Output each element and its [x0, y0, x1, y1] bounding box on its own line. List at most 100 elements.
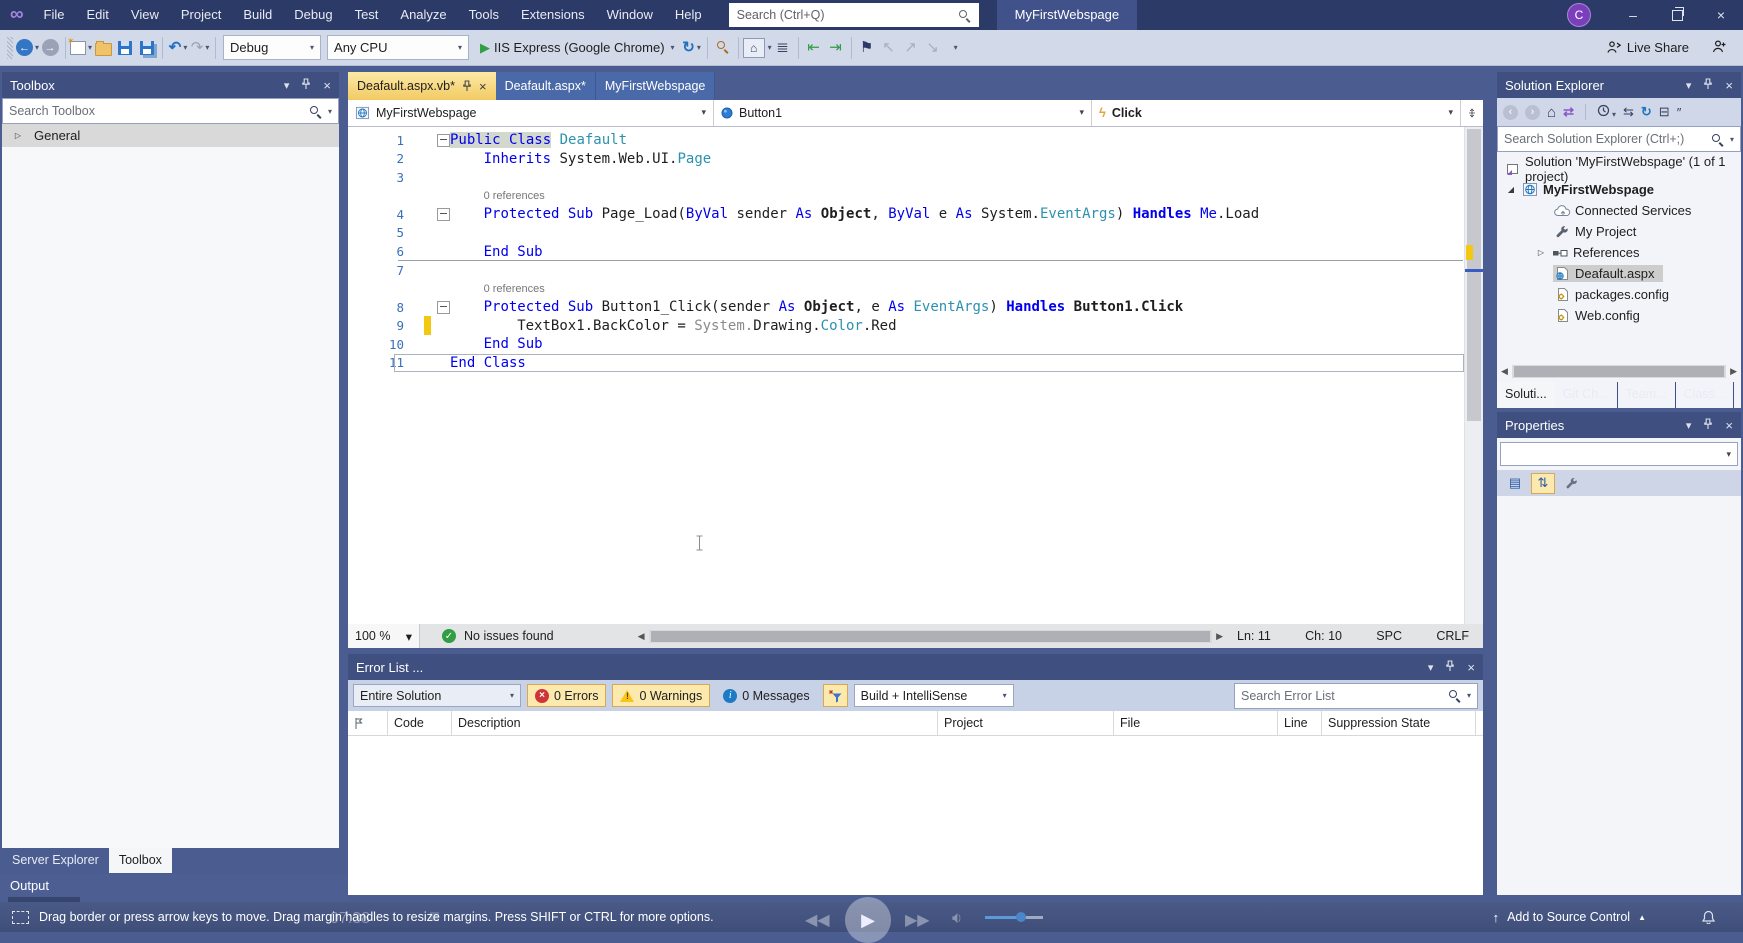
zoom-level-dropdown[interactable]: 100 %▾	[348, 624, 420, 648]
property-pages-wrench-icon[interactable]	[1559, 473, 1583, 494]
save-button[interactable]	[114, 36, 136, 60]
close-icon[interactable]: ×	[323, 78, 331, 93]
event-dropdown[interactable]: ϟ Click▾	[1092, 100, 1461, 126]
toolbox-search-input[interactable]: Search Toolbox ▾	[2, 98, 339, 124]
alphabetical-view-icon[interactable]: ⇅	[1531, 473, 1555, 494]
scrollbar-thumb[interactable]	[1467, 129, 1481, 421]
properties-body[interactable]	[1497, 496, 1741, 876]
column-header-file[interactable]: File	[1114, 711, 1278, 735]
close-icon[interactable]: ×	[1725, 418, 1733, 433]
code-line[interactable]: 4Protected Sub Page_Load(ByVal sender As…	[348, 205, 1483, 224]
pin-icon[interactable]	[462, 80, 472, 92]
object-selector-dropdown[interactable]: ▾	[1500, 442, 1738, 466]
back-icon[interactable]: ‹	[1503, 105, 1518, 120]
home-icon[interactable]: ⌂	[1547, 104, 1556, 121]
navigate-forward-button[interactable]: →	[39, 36, 61, 60]
collapse-region-icon[interactable]	[437, 301, 450, 314]
panel-tab-server-explorer[interactable]: Server Explorer	[2, 848, 109, 873]
member-dropdown[interactable]: Button1▾	[714, 100, 1092, 126]
panel-tab-team[interactable]: Team...	[1618, 382, 1676, 408]
scrollbar-thumb[interactable]	[651, 631, 1211, 642]
spaces-indicator[interactable]: SPC	[1376, 629, 1402, 643]
solution-platform-dropdown[interactable]: Any CPU▾	[327, 35, 469, 60]
pending-changes-filter-icon[interactable]: ▾	[1597, 104, 1616, 120]
error-source-dropdown[interactable]: Build + IntelliSense▾	[854, 684, 1014, 707]
close-icon[interactable]: ×	[1725, 78, 1733, 93]
code-line[interactable]: 10End Sub	[348, 335, 1483, 354]
window-position-icon[interactable]: ▾	[1686, 419, 1692, 432]
scroll-right-arrow[interactable]: ▶	[1212, 631, 1227, 642]
menu-project[interactable]: Project	[170, 0, 232, 30]
tree-item-connected-services[interactable]: Connected Services	[1497, 200, 1741, 221]
account-avatar[interactable]: C	[1567, 3, 1591, 27]
column-header-suppression-state[interactable]: Suppression State	[1322, 711, 1476, 735]
open-file-button[interactable]	[92, 36, 114, 60]
indent-decrease-button[interactable]: ⇤	[803, 36, 825, 60]
restore-button[interactable]	[1655, 0, 1699, 30]
code-area[interactable]: 1Public Class Deafault2Inherits System.W…	[348, 127, 1483, 624]
panel-tab-class[interactable]: Class...	[1676, 382, 1735, 408]
scroll-left-arrow[interactable]: ◀	[634, 631, 649, 642]
doc-tab-deafault-aspx-vb[interactable]: Deafault.aspx.vb*×	[348, 72, 496, 100]
pin-icon[interactable]	[1445, 660, 1455, 675]
severity-column-header[interactable]	[348, 711, 388, 735]
code-search-button[interactable]	[712, 36, 734, 60]
tree-item-deafault-aspx[interactable]: Deafault.aspx	[1497, 263, 1741, 284]
menu-extensions[interactable]: Extensions	[510, 0, 596, 30]
line-ending-indicator[interactable]: CRLF	[1436, 629, 1469, 643]
close-tab-icon[interactable]: ×	[479, 79, 487, 94]
tree-item-packages-config[interactable]: packages.config	[1497, 284, 1741, 305]
collapse-all-icon[interactable]: ⊟	[1659, 104, 1670, 120]
code-reference-count[interactable]: 0 references	[348, 279, 1483, 298]
menu-window[interactable]: Window	[596, 0, 664, 30]
scrollbar-thumb[interactable]	[1514, 366, 1724, 377]
quick-search-input[interactable]: Search (Ctrl+Q)	[729, 3, 979, 27]
collapse-region-icon[interactable]	[437, 208, 450, 221]
notifications-bell-icon[interactable]	[1702, 910, 1715, 924]
code-line[interactable]: 5	[348, 224, 1483, 243]
code-line[interactable]: 11End Class	[348, 354, 1483, 373]
close-button[interactable]: ×	[1699, 0, 1743, 30]
menu-view[interactable]: View	[120, 0, 170, 30]
next-bookmark-button[interactable]: ↗	[900, 36, 922, 60]
code-line[interactable]: 1Public Class Deafault	[348, 131, 1483, 150]
code-line[interactable]: 9TextBox1.BackColor = System.Drawing.Col…	[348, 316, 1483, 335]
refresh-button[interactable]: ↻▾	[681, 36, 703, 60]
code-line[interactable]: 6End Sub	[348, 242, 1483, 261]
navigate-home-button[interactable]: ⌂▾	[743, 36, 772, 60]
code-line[interactable]: 3	[348, 168, 1483, 187]
add-to-source-control-button[interactable]: Add to Source Control	[1507, 910, 1630, 924]
refresh-icon[interactable]: ↻	[1641, 104, 1652, 120]
video-play-button[interactable]: ▶	[845, 897, 891, 943]
video-stop-icon[interactable]	[430, 912, 439, 921]
column-header-description[interactable]: Description	[452, 711, 938, 735]
menu-tools[interactable]: Tools	[458, 0, 510, 30]
pin-icon[interactable]	[1703, 78, 1713, 93]
menu-test[interactable]: Test	[344, 0, 390, 30]
project-dropdown[interactable]: MyFirstWebspage▾	[348, 100, 714, 126]
output-title[interactable]: Output	[0, 874, 348, 893]
categorized-view-icon[interactable]: ▤	[1503, 473, 1527, 494]
menu-analyze[interactable]: Analyze	[389, 0, 457, 30]
panel-tab-soluti[interactable]: Soluti...	[1497, 382, 1555, 408]
sync-with-active-document-icon[interactable]: ⇄	[1563, 104, 1574, 120]
start-debugging-button[interactable]: ▶ IIS Express (Google Chrome)▾	[480, 36, 675, 60]
window-position-icon[interactable]: ▾	[1686, 79, 1692, 92]
minimize-button[interactable]: –	[1611, 0, 1655, 30]
warnings-filter-button[interactable]: 0 Warnings	[612, 684, 710, 707]
menu-file[interactable]: File	[33, 0, 76, 30]
solution-explorer-search-input[interactable]: Search Solution Explorer (Ctrl+;) ▾	[1497, 126, 1741, 152]
redo-button[interactable]: ↷▾	[189, 36, 211, 60]
editor-vertical-scrollbar[interactable]	[1464, 127, 1483, 624]
navigate-back-button[interactable]: ←▾	[16, 36, 39, 60]
scroll-right-arrow[interactable]: ▶	[1726, 366, 1741, 377]
save-all-button[interactable]	[136, 36, 158, 60]
menu-help[interactable]: Help	[664, 0, 713, 30]
close-icon[interactable]: ×	[1467, 660, 1475, 675]
toolbox-group-general[interactable]: ▷General	[2, 124, 339, 147]
doc-tab-deafault-aspx[interactable]: Deafault.aspx*	[496, 72, 596, 100]
column-header-project[interactable]: Project	[938, 711, 1114, 735]
toolbox-title-bar[interactable]: Toolbox ▾ ×	[2, 72, 339, 98]
switch-views-icon[interactable]: ⇆	[1623, 104, 1634, 120]
code-reference-count[interactable]: 0 references	[348, 187, 1483, 206]
